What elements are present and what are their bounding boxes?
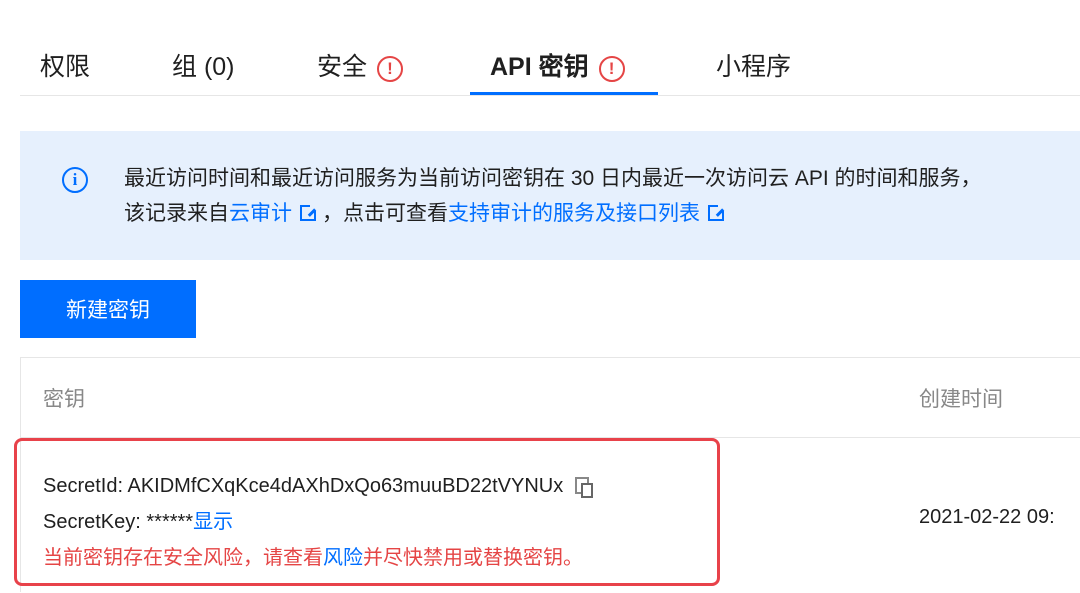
column-header-key: 密钥 bbox=[43, 388, 85, 411]
show-secret-key-link[interactable]: 显示 bbox=[193, 511, 233, 533]
copy-icon[interactable] bbox=[575, 477, 594, 498]
tab-permissions[interactable]: 权限 bbox=[40, 50, 90, 84]
key-cell: SecretId: AKIDMfCXqKce4dAXhDxQo63muuBD22… bbox=[43, 468, 594, 576]
secret-id-label: SecretId: bbox=[43, 475, 124, 497]
table-row: SecretId: AKIDMfCXqKce4dAXhDxQo63muuBD22… bbox=[21, 438, 1080, 593]
table-header: 密钥 创建时间 bbox=[21, 358, 1080, 438]
tab-api-keys[interactable]: API 密钥 ! bbox=[490, 50, 625, 84]
warning-icon: ! bbox=[377, 56, 404, 82]
risk-link[interactable]: 风险 bbox=[323, 547, 363, 569]
supported-services-link[interactable]: 支持审计的服务及接口列表 bbox=[448, 202, 700, 225]
tab-label: 小程序 bbox=[716, 53, 792, 81]
secret-key-label: SecretKey: bbox=[43, 511, 141, 533]
tab-label: 安全 bbox=[317, 53, 368, 81]
warning-icon: ! bbox=[598, 56, 625, 82]
secret-key-line: SecretKey: ******显示 bbox=[43, 504, 589, 540]
tab-label: 权限 bbox=[40, 53, 91, 81]
new-key-button[interactable]: 新建密钥 bbox=[20, 280, 196, 338]
tab-groups[interactable]: 组 (0) bbox=[172, 50, 235, 84]
column-header-created: 创建时间 bbox=[919, 388, 1003, 411]
secret-key-masked: ****** bbox=[146, 511, 194, 533]
info-icon: i bbox=[62, 167, 88, 193]
tab-mini-programs[interactable]: 小程序 bbox=[716, 50, 791, 84]
tab-label: 组 (0) bbox=[172, 53, 235, 81]
banner-line-2: 该记录来自云审计 ，点击可查看支持审计的服务及接口列表 bbox=[124, 196, 1080, 231]
risk-warning: 当前密钥存在安全风险，请查看风险并尽快禁用或替换密钥。 bbox=[43, 540, 589, 576]
info-banner: i 最近访问时间和最近访问服务为当前访问密钥在 30 日内最近一次访问云 API… bbox=[20, 131, 1080, 260]
secret-id-line: SecretId: AKIDMfCXqKce4dAXhDxQo63muuBD22… bbox=[43, 468, 594, 504]
keys-table: 密钥 创建时间 SecretId: AKIDMfCXqKce4dAXhDxQo6… bbox=[20, 357, 1080, 592]
secret-id-value: AKIDMfCXqKce4dAXhDxQo63muuBD22tVYNUx bbox=[127, 475, 564, 497]
banner-mid: ，点击可查看 bbox=[322, 202, 448, 225]
active-tab-indicator bbox=[470, 92, 658, 95]
tab-security[interactable]: 安全 ! bbox=[317, 50, 404, 84]
tab-bar: 权限 组 (0) 安全 ! API 密钥 ! 小程序 bbox=[20, 0, 1080, 96]
cloud-audit-link[interactable]: 云审计 bbox=[229, 202, 292, 225]
risk-text: 当前密钥存在安全风险，请查看 bbox=[43, 547, 323, 569]
banner-text: 最近访问时间和最近访问服务为当前访问密钥在 30 日内最近一次访问云 API 的… bbox=[124, 161, 1080, 231]
banner-line-1: 最近访问时间和最近访问服务为当前访问密钥在 30 日内最近一次访问云 API 的… bbox=[124, 167, 982, 190]
tab-label: API 密钥 bbox=[490, 53, 589, 81]
risk-suffix: 并尽快禁用或替换密钥。 bbox=[363, 547, 583, 569]
created-time: 2021-02-22 09: bbox=[919, 506, 1055, 528]
external-link-icon[interactable] bbox=[708, 203, 726, 221]
banner-prefix: 该记录来自 bbox=[124, 202, 229, 225]
external-link-icon[interactable] bbox=[300, 203, 318, 221]
